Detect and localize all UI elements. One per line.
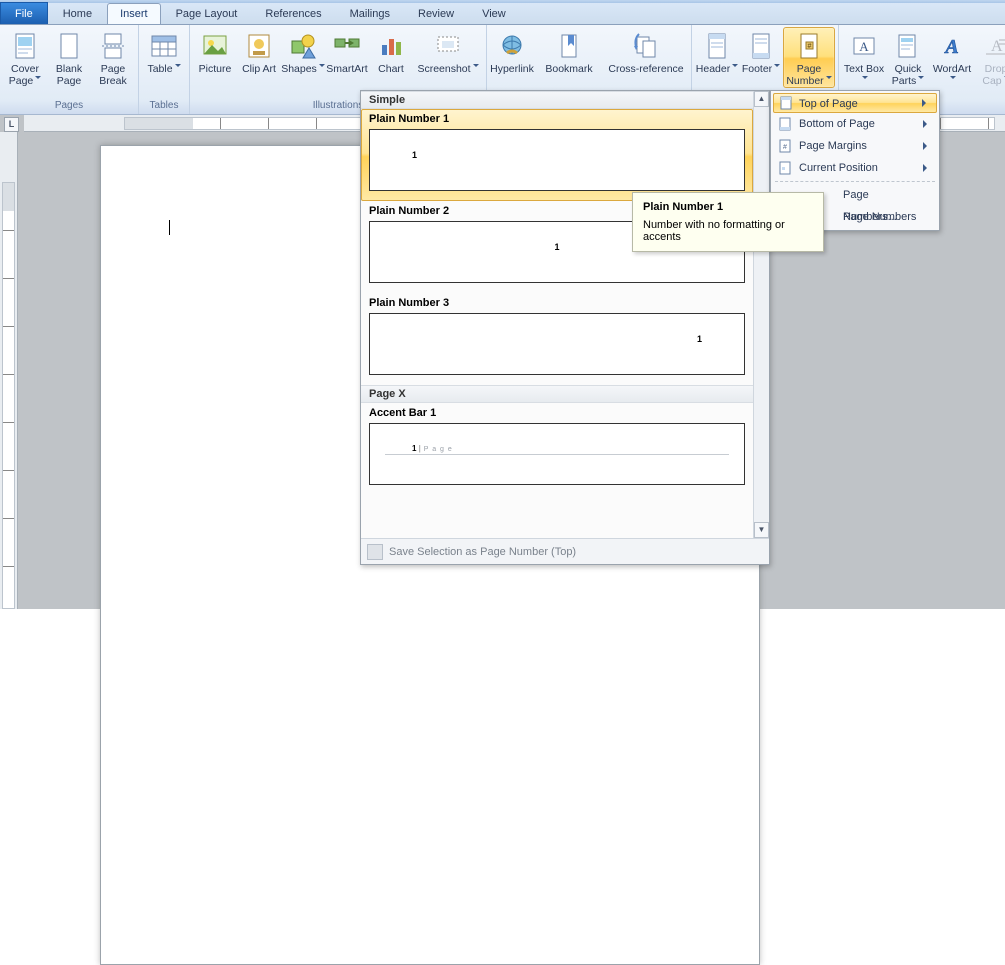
page-break-label: Page Break: [99, 63, 126, 87]
page-number-gallery: Simple Plain Number 1 1 Plain Number 2 1…: [360, 90, 770, 565]
drop-cap-button: A Drop Cap: [974, 27, 1005, 87]
gallery-item-preview: 1 | P a g e: [369, 423, 745, 485]
clip-art-button[interactable]: Clip Art: [237, 27, 281, 75]
text-box-label: Text Box: [844, 63, 884, 75]
menu-label: Page Margins: [799, 140, 867, 152]
scroll-down-icon[interactable]: ▼: [754, 522, 769, 538]
screenshot-label: Screenshot: [417, 63, 470, 75]
wordart-label: WordArt: [933, 63, 971, 75]
shapes-label: Shapes: [281, 63, 317, 75]
header-button[interactable]: Header: [695, 27, 739, 75]
tab-selector[interactable]: L: [4, 117, 19, 132]
menu-current-position[interactable]: Current Position: [773, 157, 937, 179]
tooltip-body: Number with no formatting or accents: [643, 219, 813, 243]
svg-text:A: A: [859, 39, 869, 54]
shapes-button[interactable]: Shapes: [281, 27, 325, 75]
chevron-right-icon: [923, 142, 931, 150]
svg-text:A: A: [943, 36, 958, 58]
text-box-button[interactable]: A Text Box: [842, 27, 886, 87]
cross-reference-button[interactable]: Cross-reference: [604, 27, 688, 75]
table-button[interactable]: Table: [142, 27, 186, 75]
quick-parts-button[interactable]: Quick Parts: [886, 27, 930, 87]
chart-label: Chart: [378, 63, 404, 75]
screenshot-button[interactable]: Screenshot: [413, 27, 483, 75]
picture-button[interactable]: Picture: [193, 27, 237, 75]
scroll-up-icon[interactable]: ▲: [754, 91, 769, 107]
chevron-right-icon: [923, 120, 931, 128]
chevron-right-icon: [922, 99, 930, 107]
menu-top-of-page[interactable]: Top of Page: [773, 93, 937, 113]
gallery-category-page-x: Page X: [361, 385, 753, 403]
group-label-tables: Tables: [142, 100, 186, 114]
tab-insert[interactable]: Insert: [107, 3, 161, 24]
group-label-pages: Pages: [3, 100, 135, 114]
tooltip: Plain Number 1 Number with no formatting…: [632, 192, 824, 252]
tab-review[interactable]: Review: [405, 3, 467, 24]
tab-mailings[interactable]: Mailings: [337, 3, 403, 24]
menu-label: Current Position: [799, 162, 878, 174]
tab-view[interactable]: View: [469, 3, 519, 24]
hyperlink-label: Hyperlink: [490, 63, 534, 75]
footer-button[interactable]: Footer: [739, 27, 783, 75]
chart-button[interactable]: Chart: [369, 27, 413, 75]
svg-text:#: #: [808, 43, 812, 50]
bookmark-button[interactable]: Bookmark: [534, 27, 604, 75]
gallery-item-label: Accent Bar 1: [369, 407, 745, 419]
menu-label: Top of Page: [799, 98, 858, 110]
gallery-item-plain-number-1[interactable]: Plain Number 1 1: [361, 109, 753, 201]
menu-page-margins[interactable]: # Page Margins: [773, 135, 937, 157]
vertical-ruler[interactable]: [0, 132, 18, 609]
tab-references[interactable]: References: [252, 3, 334, 24]
cover-page-button[interactable]: Cover Page: [3, 27, 47, 87]
gallery-item-label: Plain Number 3: [369, 297, 745, 309]
blank-page-label: Blank Page: [56, 63, 82, 87]
gallery-category-simple: Simple: [361, 91, 753, 109]
gallery-scrollbar[interactable]: ▲ ▼: [753, 91, 769, 538]
page-number-label: Page Number: [786, 63, 823, 87]
group-pages: Cover Page Blank Page Page Break Pages: [0, 25, 139, 114]
ribbon-tabs: File Home Insert Page Layout References …: [0, 3, 1005, 25]
chevron-right-icon: [923, 164, 931, 172]
gallery-save-label: Save Selection as Page Number (Top): [389, 539, 576, 565]
menu-label: Page Numbers: [843, 211, 916, 223]
tab-page-layout[interactable]: Page Layout: [163, 3, 251, 24]
smartart-label: SmartArt: [326, 63, 367, 75]
menu-separator: [775, 181, 935, 182]
blank-page-button[interactable]: Blank Page: [47, 27, 91, 87]
gallery-item-plain-number-3[interactable]: Plain Number 3 1: [361, 293, 753, 385]
gallery-item-preview: 1: [369, 129, 745, 191]
wordart-button[interactable]: A WordArt: [930, 27, 974, 87]
tooltip-title: Plain Number 1: [643, 201, 813, 213]
svg-text:#: #: [783, 144, 787, 151]
gallery-item-preview: 1: [369, 313, 745, 375]
footer-label: Footer: [742, 63, 772, 75]
menu-bottom-of-page[interactable]: Bottom of Page: [773, 113, 937, 135]
cross-reference-label: Cross-reference: [608, 63, 683, 75]
header-label: Header: [696, 63, 730, 75]
gallery-save-selection: Save Selection as Page Number (Top): [361, 538, 769, 564]
page-number-button[interactable]: # Page Number: [783, 27, 835, 88]
file-tab[interactable]: File: [0, 2, 48, 24]
bookmark-label: Bookmark: [545, 63, 592, 75]
menu-label: Bottom of Page: [799, 118, 875, 130]
page-break-button[interactable]: Page Break: [91, 27, 135, 87]
smartart-button[interactable]: SmartArt: [325, 27, 369, 75]
hyperlink-button[interactable]: Hyperlink: [490, 27, 534, 75]
table-label: Table: [147, 63, 172, 75]
gallery-item-label: Plain Number 1: [369, 113, 745, 125]
group-tables: Table Tables: [139, 25, 190, 114]
picture-label: Picture: [199, 63, 232, 75]
save-icon: [367, 544, 383, 560]
tab-home[interactable]: Home: [50, 3, 105, 24]
clip-art-label: Clip Art: [242, 63, 276, 75]
gallery-item-accent-bar-1[interactable]: Accent Bar 1 1 | P a g e: [361, 403, 753, 495]
text-cursor: [169, 220, 170, 235]
